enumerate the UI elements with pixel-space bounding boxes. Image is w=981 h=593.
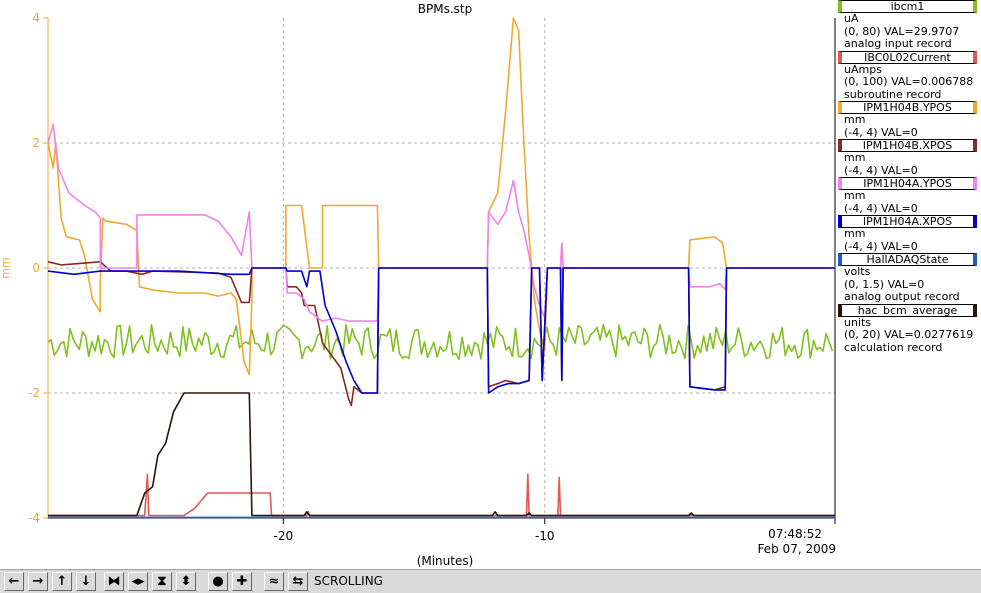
legend-type: calculation record	[844, 340, 943, 354]
legend-unit: mm	[844, 227, 866, 240]
legend-range: (-4, 4) VAL=0	[844, 125, 918, 139]
scroll-icon: ⇆	[292, 574, 304, 589]
arrow-right-button[interactable]: →	[28, 572, 48, 591]
series-line-ibcm1	[47, 323, 834, 360]
zoom-in-x-icon: ⧓	[107, 574, 121, 589]
legend-item[interactable]: ibcm1 uA (0, 80) VAL=29.9707 analog input r…	[838, 0, 981, 51]
chart-title: BPMs.stp	[418, 2, 472, 16]
zoom-out-y-button[interactable]: ⬍	[176, 572, 196, 591]
legend-type: analog input record	[844, 37, 952, 50]
end-time-label: 07:48:52	[768, 527, 822, 541]
legend-item[interactable]: IPM1H04A.XPOS mm (-4, 4) VAL=0	[838, 215, 981, 253]
config-button[interactable]: ≈	[264, 572, 284, 591]
stop-button[interactable]: ●	[208, 572, 228, 591]
zoom-in-y-button[interactable]: ⧗	[152, 572, 172, 591]
legend-item[interactable]: IPM1H04B.YPOS mm (-4, 4) VAL=0	[838, 101, 981, 139]
legend-unit: mm	[844, 189, 866, 202]
axes: 4 2 0 -2 -4 -20 -10	[28, 11, 836, 543]
strip-chart[interactable]: BPMs.stp 4 2 0 -2 -4 -20 -10 mm (Minutes) 07:4…	[0, 0, 981, 569]
legend-item[interactable]: HallADAQState volts (0, 1.5) VAL=0 analog o…	[838, 253, 981, 304]
toolbar: SCROLLING ← → ↑ ↓ ⧓ ◂▸ ⧗ ⬍ ● ✚ ≈ ⇆	[0, 569, 981, 593]
legend-range: (-4, 4) VAL=0	[844, 201, 918, 215]
y-tick-label: 2	[32, 136, 40, 150]
legend-range: (0, 100) VAL=0.006788	[844, 75, 974, 88]
legend-range: (0, 20) VAL=0.0277619	[844, 328, 974, 341]
legend-range: (-4, 4) VAL=0	[844, 163, 918, 177]
left-unit-label: mm	[0, 257, 12, 278]
arrow-left-button[interactable]: ←	[4, 572, 24, 591]
legend-item[interactable]: IPM1H04A.YPOS mm (-4, 4) VAL=0	[838, 177, 981, 215]
series-line-ipm1h04b-ypos	[47, 17, 835, 376]
y-tick-label: 4	[32, 11, 40, 25]
series-line-ipm1h04b-xpos	[47, 261, 835, 407]
zoom-in-x-button[interactable]: ⧓	[104, 572, 124, 591]
legend-unit: mm	[844, 151, 866, 164]
zoom-out-x-icon: ◂▸	[131, 574, 145, 589]
add-button[interactable]: ✚	[232, 572, 252, 591]
arrow-up-icon: ↑	[56, 574, 68, 589]
series-line-ibc0l02current	[48, 473, 835, 517]
stop-icon: ●	[212, 574, 224, 589]
x-tick-label: -10	[535, 529, 555, 543]
y-tick-label: 0	[32, 261, 40, 275]
arrow-left-icon: ←	[8, 574, 20, 589]
legend-panel: ibcm1 uA (0, 80) VAL=29.9707 analog input r…	[838, 0, 981, 354]
legend-unit: volts	[844, 265, 871, 278]
end-date-label: Feb 07, 2009	[758, 542, 837, 556]
series-line-hac-bcm-average	[48, 392, 835, 517]
legend-range: (-4, 4) VAL=0	[844, 239, 918, 253]
zoom-out-x-button[interactable]: ◂▸	[128, 572, 148, 591]
legend-item[interactable]: IPM1H04B.XPOS mm (-4, 4) VAL=0	[838, 139, 981, 177]
zoom-out-y-icon: ⬍	[180, 574, 192, 589]
legend-item[interactable]: hac_bcm_average units (0, 20) VAL=0.027761…	[838, 303, 981, 355]
x-tick-label: -20	[274, 529, 294, 543]
scroll-button[interactable]: ⇆	[288, 572, 308, 591]
legend-item[interactable]: IBC0L02Current uAmps (0, 100) VAL=0.006788…	[838, 50, 981, 102]
arrow-down-button[interactable]: ↓	[76, 572, 96, 591]
add-icon: ✚	[236, 574, 248, 589]
arrow-down-icon: ↓	[80, 574, 92, 589]
arrow-right-icon: →	[32, 574, 44, 589]
config-icon: ≈	[268, 574, 280, 589]
arrow-up-button[interactable]: ↑	[52, 572, 72, 591]
zoom-in-y-icon: ⧗	[157, 574, 167, 589]
legend-unit: uA	[844, 12, 859, 25]
legend-name: hac_bcm_average	[838, 303, 977, 317]
legend-type: analog output record	[844, 290, 960, 303]
legend-unit: mm	[844, 113, 866, 126]
y-tick-label: -4	[28, 511, 40, 525]
y-tick-label: -2	[28, 386, 40, 400]
x-axis-title: (Minutes)	[417, 554, 474, 568]
legend-name: IBC0L02Current	[838, 50, 977, 64]
legend-type: subroutine record	[844, 87, 942, 101]
scrolling-status: SCROLLING	[314, 574, 383, 588]
